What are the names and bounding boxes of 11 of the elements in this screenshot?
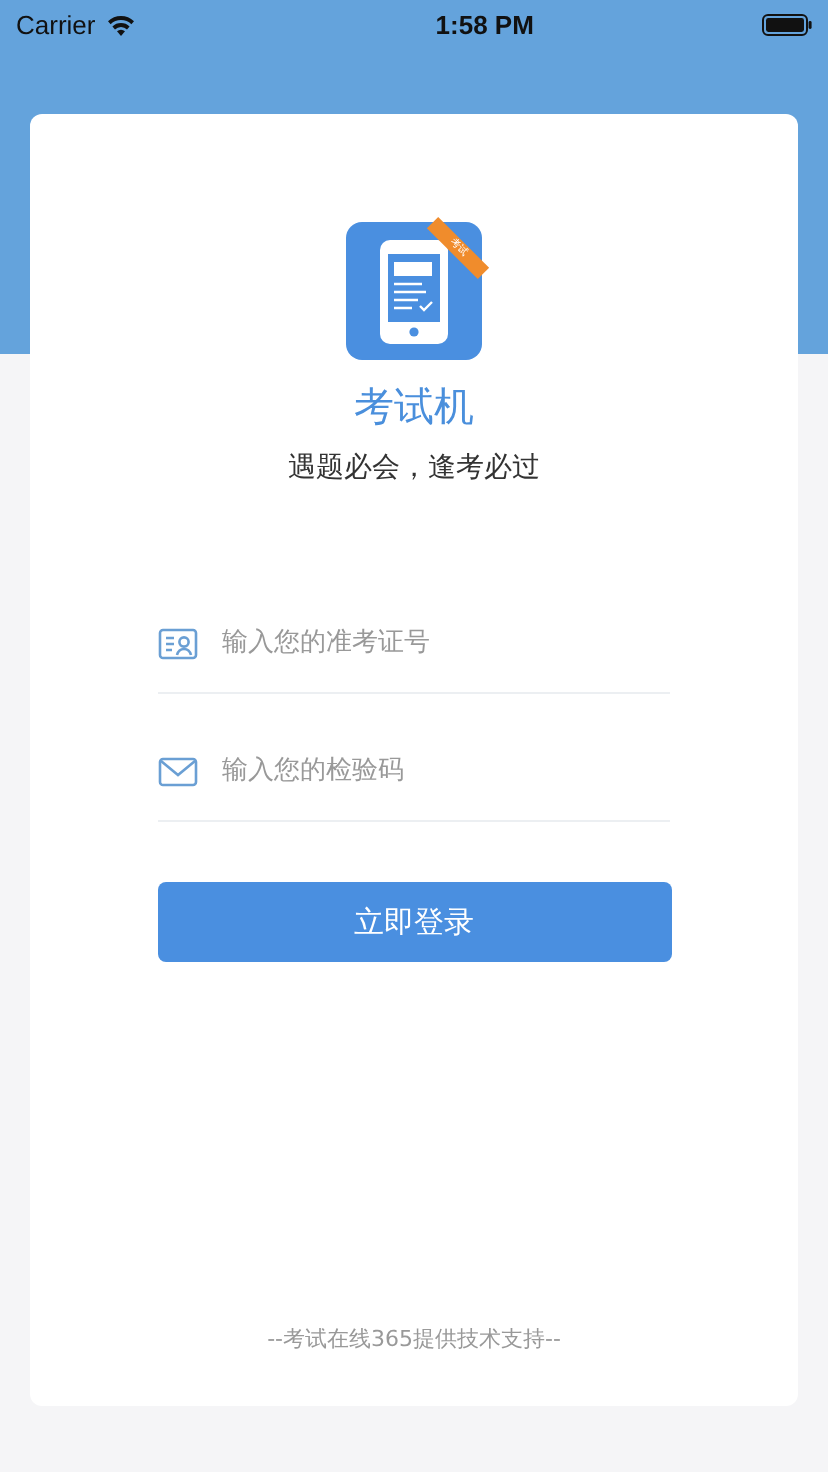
wifi-icon	[105, 13, 136, 35]
battery-icon	[762, 13, 812, 35]
app-name: 考试机	[354, 380, 474, 434]
login-button[interactable]: 立即登录	[157, 882, 671, 962]
status-time: 1:58 PM	[435, 9, 534, 39]
slogan: 遇题必会，逢考必过	[288, 450, 540, 486]
id-card-icon	[158, 627, 198, 659]
envelope-icon	[158, 755, 198, 787]
phone-app-icon	[346, 222, 482, 360]
carrier-name: Carrier	[16, 9, 96, 39]
footer-credit: --考试在线365提供技术支持--	[267, 1324, 561, 1354]
